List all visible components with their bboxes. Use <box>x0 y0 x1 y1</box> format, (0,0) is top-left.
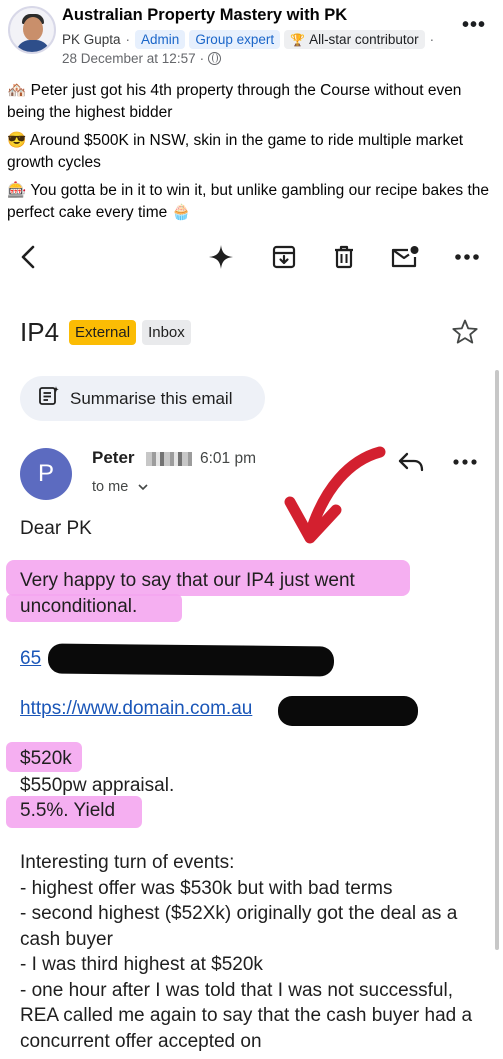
author-line: PK Gupta · Admin Group expert 🏆 All-star… <box>62 30 435 49</box>
post-date[interactable]: 28 December at 12:57 <box>62 51 196 66</box>
email-subject: IP4 <box>20 316 60 347</box>
yield-value: 5.5%. Yield <box>20 800 116 821</box>
event-item: - one hour after I was told that I was n… <box>20 979 473 1052</box>
delete-icon[interactable] <box>329 242 359 272</box>
inbox-label[interactable]: Inbox <box>142 319 191 345</box>
group-expert-badge: Group expert <box>189 30 281 49</box>
post-line: 🎰 You gotta be in it to win it, but unli… <box>7 182 490 221</box>
globe-icon <box>208 52 222 65</box>
chevron-down-icon <box>138 483 148 490</box>
author-name[interactable]: PK Gupta <box>62 32 121 47</box>
redacted-surname <box>146 452 192 466</box>
post-body: 🏘️ Peter just got his 4th property throu… <box>7 80 497 230</box>
trophy-icon: 🏆 <box>290 32 306 47</box>
all-star-label: All-star contributor <box>309 32 419 47</box>
post-header: Australian Property Mastery with PK PK G… <box>0 0 503 72</box>
external-label: External <box>69 319 137 345</box>
more-icon[interactable] <box>452 242 482 272</box>
all-star-badge: 🏆 All-star contributor <box>284 30 425 49</box>
sender-avatar[interactable]: P <box>20 448 72 500</box>
archive-icon[interactable] <box>269 242 299 272</box>
redaction-mark <box>278 696 418 726</box>
slot-machine-emoji-icon: 🎰 <box>7 182 27 199</box>
house-emoji-icon: 🏘️ <box>7 82 27 99</box>
events-title: Interesting turn of events: <box>20 852 235 873</box>
post-line: 😎 Around $500K in NSW, skin in the game … <box>7 132 464 171</box>
event-item: - highest offer was $530k but with bad t… <box>20 877 393 899</box>
subject-row: IP4 External Inbox <box>20 314 191 350</box>
scrollbar[interactable] <box>495 370 499 950</box>
reply-icon[interactable] <box>396 448 426 476</box>
rent-appraisal: $550pw appraisal. <box>20 774 175 796</box>
admin-badge: Admin <box>135 30 186 49</box>
post-more-icon[interactable]: ••• <box>462 14 486 37</box>
property-figures: $520k $550pw appraisal. 5.5%. Yield <box>20 746 174 824</box>
recipient-details[interactable]: to me <box>92 479 148 495</box>
domain-listing-link[interactable]: https://www.domain.com.au <box>20 698 252 720</box>
highlighted-message: Very happy to say that our IP4 just went… <box>20 568 440 619</box>
sunglasses-emoji-icon: 😎 <box>7 132 27 149</box>
redaction-mark <box>47 643 335 677</box>
message-more-icon[interactable] <box>452 450 480 470</box>
summarise-email-button[interactable]: Summarise this email <box>20 376 265 421</box>
group-avatar[interactable] <box>8 6 56 54</box>
mark-unread-icon[interactable] <box>390 242 420 272</box>
highlighted-line: Very happy to say that our IP4 just went <box>20 570 355 591</box>
event-item: - I was third highest at $520k <box>20 954 263 975</box>
post-date-line: 28 December at 12:57 · <box>62 51 222 66</box>
events-section: Interesting turn of events: - highest of… <box>20 850 490 1054</box>
red-arrow-annotation <box>280 438 390 550</box>
sender-name[interactable]: Peter <box>92 448 135 468</box>
recipient-label: to me <box>92 479 129 495</box>
summary-icon <box>38 385 60 412</box>
star-icon[interactable] <box>451 318 479 346</box>
gemini-sparkle-icon[interactable] <box>206 242 236 272</box>
summarise-label: Summarise this email <box>70 388 233 408</box>
price-value: $520k <box>20 748 72 769</box>
property-address-link[interactable]: 65 <box>20 648 41 670</box>
post-line: 🏘️ Peter just got his 4th property throu… <box>7 82 462 121</box>
highlighted-line: unconditional. <box>20 595 138 617</box>
email-greeting: Dear PK <box>20 518 92 539</box>
group-name[interactable]: Australian Property Mastery with PK <box>62 6 347 25</box>
back-icon[interactable] <box>14 242 44 272</box>
email-time: 6:01 pm <box>200 450 257 467</box>
event-item: - second highest ($52Xk) originally got … <box>20 903 458 950</box>
email-toolbar <box>0 236 503 278</box>
